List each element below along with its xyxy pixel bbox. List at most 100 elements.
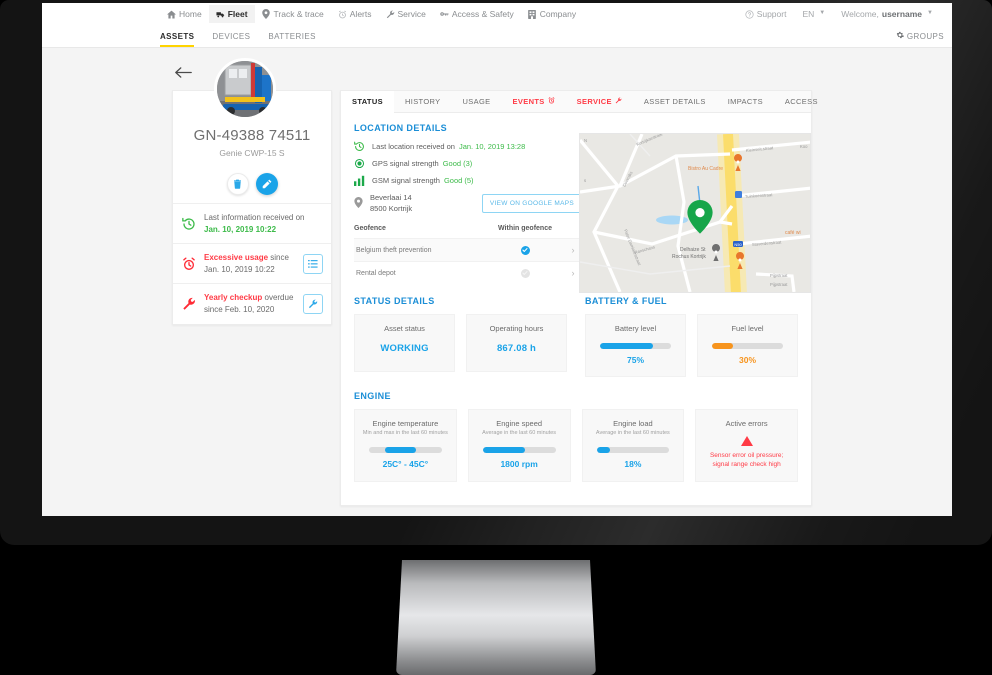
yearly-checkup-service-button[interactable] [303, 293, 323, 314]
support-button[interactable]: Support [738, 5, 794, 23]
card-label: Operating hours [489, 324, 544, 333]
user-menu[interactable]: Welcome, username ▼ [834, 5, 940, 23]
card-value: 25C° - 45C° [382, 459, 429, 470]
yearly-checkup-mid: overdue [262, 293, 294, 303]
engine-load-bar [596, 447, 670, 454]
geofence-within-status [486, 268, 564, 278]
check-circle-icon [520, 268, 530, 278]
card-engine-temperature: Engine temperature Min and max in the la… [354, 409, 457, 482]
language-label: EN [802, 9, 815, 19]
card-sublabel: Average in the last 60 minutes [595, 430, 670, 436]
nav-item-alerts[interactable]: Alerts [331, 5, 379, 23]
geofence-col-within: Within geofence [498, 225, 552, 232]
card-label: Engine speed [496, 419, 543, 428]
nav-item-track-trace[interactable]: Track & trace [255, 5, 331, 23]
engine-speed-bar [482, 447, 556, 454]
svg-text:Pijpstraat: Pijpstraat [770, 273, 788, 278]
history-clock-icon [354, 141, 365, 152]
card-sublabel: Min and max in the last 60 minutes [362, 430, 448, 436]
subnav-item-assets[interactable]: ASSETS [160, 25, 203, 47]
geofence-table: Geofence Within geofence Belgium theft p… [354, 225, 582, 284]
progress-fill [596, 447, 610, 454]
gsm-signal-label: GSM signal strength [372, 176, 440, 185]
address-line-2: 8500 Kortrijk [370, 203, 413, 213]
wrench-icon [181, 297, 197, 311]
nav-label-access-safety: Access & Safety [451, 9, 514, 19]
check-circle-icon [520, 245, 530, 255]
last-info-value: Jan. 10, 2019 10:22 [204, 224, 277, 234]
excessive-usage-value: Jan. 10, 2019 10:22 [204, 264, 275, 274]
yearly-checkup-label: Yearly checkup [204, 293, 263, 303]
warning-triangle-icon [740, 436, 753, 446]
asset-row-yearly-checkup: Yearly checkup overdue since Feb. 10, 20… [173, 283, 331, 323]
chevron-down-icon: ▼ [819, 10, 826, 16]
language-selector[interactable]: EN ▼ [795, 5, 832, 23]
table-row[interactable]: Belgium theft prevention › [354, 238, 582, 261]
delete-asset-button[interactable] [226, 173, 249, 195]
section-title-status: STATUS DETAILS [354, 296, 435, 306]
card-operating-hours: Operating hours 867.08 h [466, 314, 567, 372]
card-value: 18% [624, 459, 642, 470]
gear-icon [896, 31, 904, 41]
nav-item-fleet[interactable]: Fleet [208, 5, 255, 23]
tab-access[interactable]: ACCESS [774, 91, 829, 112]
card-label: Active errors [725, 419, 768, 428]
subnav-item-batteries[interactable]: BATTERIES [268, 25, 324, 47]
table-row[interactable]: Rental depot › [354, 261, 582, 284]
tab-impacts[interactable]: IMPACTS [717, 91, 774, 112]
asset-action-buttons [173, 173, 331, 203]
detail-tabs: STATUS HISTORY USAGE EVENTS SERVICE ASSE… [341, 91, 818, 113]
nav-item-access-safety[interactable]: Access & Safety [433, 5, 521, 23]
geofence-table-header: Geofence Within geofence [354, 225, 582, 238]
location-map[interactable]: Kortrijksestraat Kleinseit.straat Koo Do… [579, 133, 811, 293]
edit-asset-button[interactable] [255, 173, 278, 195]
chevron-down-icon: ▼ [927, 10, 933, 16]
asset-row-text: Excessive usage since Jan. 10, 2019 10:2… [204, 252, 296, 275]
nav-item-service[interactable]: Service [379, 5, 433, 23]
tab-asset-details[interactable]: ASSET DETAILS [633, 91, 717, 112]
asset-row-last-info: Last information received on Jan. 10, 20… [173, 203, 331, 243]
excessive-usage-details-button[interactable] [303, 253, 323, 274]
asset-summary-card: GN-49388 74511 Genie CWP-15 S Last infor… [172, 90, 332, 325]
tab-usage[interactable]: USAGE [452, 91, 502, 112]
subnav-label-batteries: BATTERIES [268, 31, 316, 41]
alarm-clock-icon [181, 257, 197, 271]
location-details-section: LOCATION DETAILS Last location received … [341, 113, 811, 293]
arrow-left-icon [174, 66, 192, 78]
card-battery-level: Battery level 75% [585, 314, 686, 377]
groups-button[interactable]: GROUPS [896, 25, 944, 47]
alarm-clock-icon [338, 10, 347, 19]
tab-label: USAGE [462, 97, 491, 106]
progress-fill [482, 447, 525, 454]
svg-text:Bistro Au Cadre: Bistro Au Cadre [688, 166, 723, 172]
battery-fuel-section: BATTERY & FUEL Battery level 75% Fuel le… [585, 296, 798, 377]
tab-label: SERVICE [576, 97, 612, 106]
wrench-icon [386, 10, 395, 19]
back-button[interactable] [173, 62, 193, 82]
card-value: WORKING [380, 343, 429, 354]
subnav-item-devices[interactable]: DEVICES [212, 25, 259, 47]
tab-status[interactable]: STATUS [341, 91, 394, 113]
tab-history[interactable]: HISTORY [394, 91, 452, 112]
tab-service[interactable]: SERVICE [566, 91, 633, 112]
asset-title: GN-49388 74511 [193, 127, 311, 144]
nav-label-alerts: Alerts [349, 9, 372, 19]
section-title-engine: ENGINE [354, 391, 391, 401]
address-row: Beverlaai 14 8500 Kortrijk VIEW ON GOOGL… [354, 193, 582, 214]
top-navigation-bar: Home Fleet Track & trace Alerts Service … [42, 3, 952, 25]
view-on-google-maps-button[interactable]: VIEW ON GOOGLE MAPS [481, 194, 582, 213]
card-asset-status: Asset status WORKING [354, 314, 455, 372]
tab-events[interactable]: EVENTS [502, 91, 566, 112]
card-value: 867.08 h [496, 343, 537, 354]
svg-text:Pijpstraat: Pijpstraat [770, 282, 788, 287]
signal-bars-icon [354, 175, 365, 186]
nav-item-home[interactable]: Home [160, 5, 209, 23]
geofence-name: Belgium theft prevention [356, 246, 432, 254]
question-mark-icon [745, 9, 754, 19]
card-engine-load: Engine load Average in the last 60 minut… [581, 409, 685, 482]
svg-text:N: N [584, 138, 587, 143]
nav-item-company[interactable]: Company [521, 5, 583, 23]
subnav-label-devices: DEVICES [212, 31, 251, 41]
last-location-label: Last location received on [372, 142, 455, 151]
status-details-section: STATUS DETAILS Asset status WORKING Oper… [354, 296, 567, 377]
